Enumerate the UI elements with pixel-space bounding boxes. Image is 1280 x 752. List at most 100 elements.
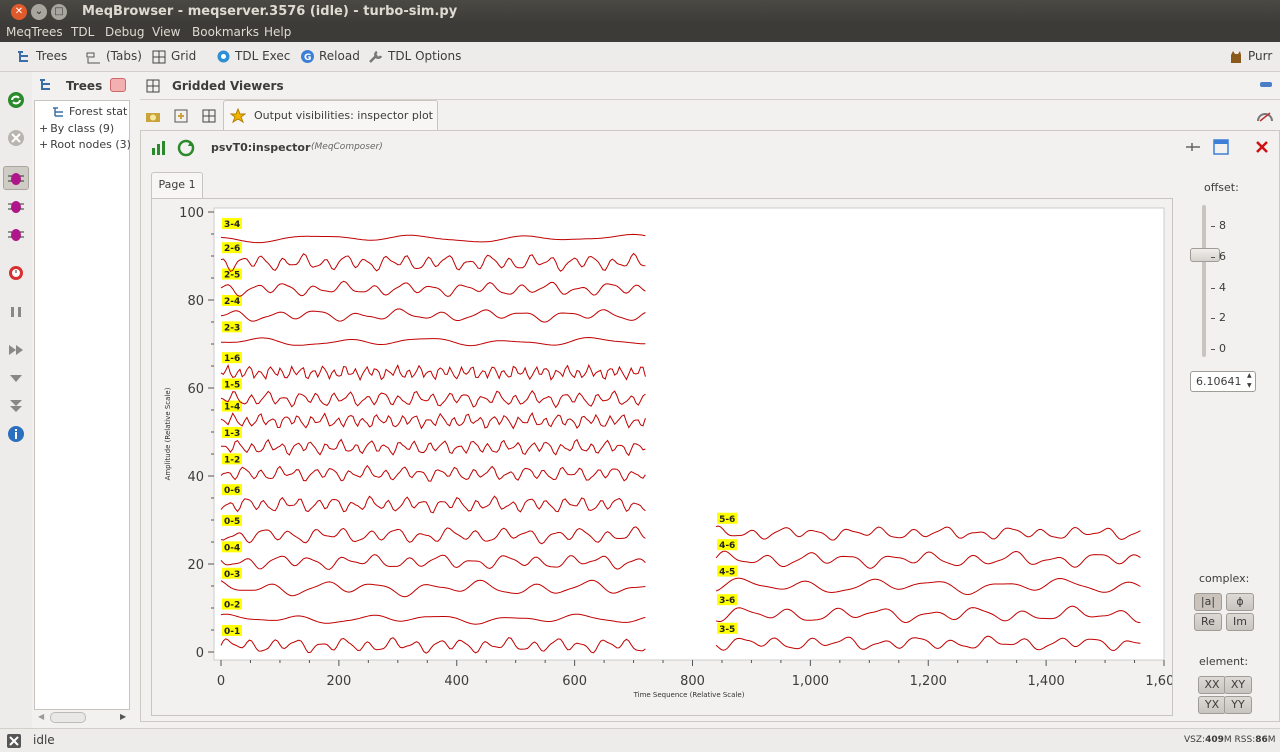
detach-icon[interactable] (1256, 109, 1274, 123)
slider-tick-label: 0 (1219, 342, 1226, 355)
minimize-window-icon[interactable]: ⌄ (31, 4, 47, 20)
slider-handle[interactable] (1190, 248, 1220, 263)
trace-label: 0-6 (224, 486, 240, 496)
scroll-left-icon[interactable]: ◀ (38, 712, 44, 721)
trees-header: Trees (66, 79, 103, 93)
menu-bookmarks[interactable]: Bookmarks (192, 25, 259, 39)
inspector-plot[interactable]: 0 20 40 60 80 100 0 200 400 600 800 1,000 1,200 1,400… (152, 199, 1172, 715)
close-square-icon[interactable] (6, 733, 22, 749)
maximize-window-icon[interactable]: □ (51, 4, 67, 20)
cat-icon (1231, 51, 1241, 63)
yy-button[interactable]: YY (1224, 696, 1252, 714)
trace-label: 2-5 (224, 271, 240, 281)
menu-meqtrees[interactable]: MeqTrees (6, 25, 63, 39)
x-tick-label: 0 (217, 674, 225, 689)
close-window-icon[interactable]: ✕ (11, 4, 27, 20)
purr-label: Purr (1248, 49, 1273, 63)
tree-item-by-class[interactable]: + By class (9) (39, 122, 114, 135)
tree-item-root-nodes[interactable]: + Root nodes (3) (39, 138, 131, 151)
y-tick-label: 40 (187, 470, 204, 485)
tree-panel: Trees Forest stat + By class (9) + Root no… (32, 72, 134, 728)
tdl-exec-button[interactable]: TDL Exec (216, 49, 290, 64)
close-icon[interactable] (1255, 140, 1269, 154)
abs-button[interactable]: |a| (1194, 593, 1222, 611)
tabs-button[interactable]: (Tabs) (86, 49, 142, 64)
chart-icon[interactable] (150, 139, 168, 157)
gear-icon (217, 50, 230, 63)
main-toolbar: Trees (Tabs) Grid TDL Exec G Reload TDL O… (0, 42, 1280, 72)
page-tab[interactable]: Page 1 (151, 172, 203, 198)
step-out-icon[interactable] (6, 396, 26, 416)
menu-view[interactable]: View (152, 25, 180, 39)
gridded-viewers-title: Gridded Viewers (172, 79, 284, 93)
tab-label: Output visibilities: inspector plot (254, 109, 433, 122)
fast-forward-icon[interactable] (6, 340, 26, 360)
tree-horizontal-scrollbar[interactable]: ◀ ▶ (34, 712, 130, 724)
refresh-icon[interactable] (177, 139, 195, 157)
refresh-icon[interactable] (6, 90, 26, 110)
slider-tick-label: 6 (1219, 250, 1226, 263)
pause-icon[interactable] (6, 302, 26, 322)
x-tick-label: 1,000 (792, 674, 829, 689)
bug-icon[interactable] (6, 168, 26, 188)
info-icon[interactable] (6, 424, 26, 444)
trees-label: Trees (36, 49, 68, 63)
trace-label: 2-6 (224, 244, 240, 254)
vsz-label: VSZ: (1184, 735, 1206, 745)
grid-label: Grid (171, 49, 197, 63)
grid-button[interactable]: Grid (152, 49, 196, 64)
x-tick-label: 1,200 (910, 674, 947, 689)
xy-button[interactable]: XY (1224, 676, 1252, 694)
y-tick-label: 0 (196, 646, 204, 661)
tdl-options-label: TDL Options (388, 49, 462, 63)
purr-button[interactable]: Purr (1228, 49, 1272, 64)
slider-tick (1211, 318, 1215, 320)
trace-label: 0-4 (224, 543, 240, 553)
offset-slider[interactable]: 8 6 4 2 0 (1189, 201, 1249, 363)
yx-button[interactable]: YX (1198, 696, 1226, 714)
trees-button[interactable]: Trees (16, 49, 67, 64)
bug-next-icon[interactable] (6, 224, 26, 244)
expand-icon[interactable]: + (39, 138, 48, 151)
bug-step-icon[interactable] (6, 196, 26, 216)
tree-icon (40, 79, 50, 90)
status-bar: idle VSZ:409M RSS:86M (0, 728, 1280, 752)
camera-icon[interactable] (145, 108, 161, 124)
y-tick-label: 80 (187, 294, 204, 309)
stop-icon[interactable] (6, 128, 26, 148)
reload-icon: G (301, 50, 314, 63)
offset-spinbox[interactable]: 6.10641 ▲ ▼ (1190, 371, 1256, 392)
trace-label: 3-5 (719, 625, 735, 635)
step-down-icon[interactable] (6, 368, 26, 388)
float-window-icon[interactable] (1212, 138, 1230, 156)
x-axis-label: Time Sequence (Relative Scale) (633, 691, 745, 699)
grid-icon (152, 50, 166, 63)
reload-button[interactable]: G Reload (300, 49, 360, 64)
xx-button[interactable]: XX (1198, 676, 1226, 694)
scroll-right-icon[interactable]: ▶ (120, 712, 126, 721)
tree-panel-close-button[interactable] (110, 78, 126, 92)
slider-tick-label: 8 (1219, 219, 1226, 233)
tab-output-visibilities[interactable]: Output visibilities: inspector plot (223, 100, 438, 130)
trace-label: 1-6 (224, 354, 240, 364)
grid-layout-icon[interactable] (201, 108, 217, 124)
stopwatch-icon[interactable] (6, 262, 26, 282)
spin-up-icon[interactable]: ▲ (1247, 372, 1252, 379)
menu-debug[interactable]: Debug (105, 25, 144, 39)
tree-item-forest[interactable]: Forest stat (51, 105, 127, 118)
new-panel-icon[interactable] (173, 108, 189, 124)
imag-button[interactable]: Im (1226, 613, 1254, 631)
spin-down-icon[interactable]: ▼ (1247, 382, 1252, 389)
gridded-viewers-minimize-button[interactable] (1260, 82, 1272, 87)
phase-button[interactable]: ϕ (1226, 593, 1254, 611)
pin-icon[interactable] (1185, 140, 1201, 154)
y-tick-label: 20 (187, 558, 204, 573)
offset-label: offset: (1204, 181, 1239, 194)
scroll-thumb[interactable] (50, 712, 86, 723)
plot-area (213, 207, 1165, 661)
real-button[interactable]: Re (1194, 613, 1222, 631)
menu-help[interactable]: Help (264, 25, 291, 39)
tdl-options-button[interactable]: TDL Options (368, 49, 461, 64)
expand-icon[interactable]: + (39, 122, 48, 135)
menu-tdl[interactable]: TDL (71, 25, 94, 39)
